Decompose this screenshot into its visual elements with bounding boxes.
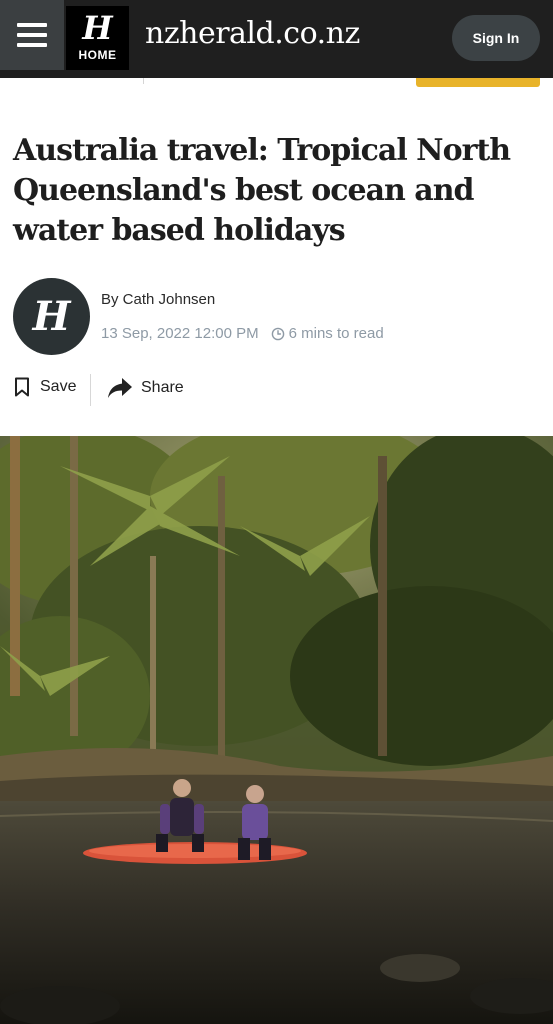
action-divider — [90, 374, 91, 406]
herald-h-avatar-icon: H — [32, 293, 71, 340]
save-label: Save — [40, 378, 77, 395]
read-time: 6 mins to read — [288, 325, 384, 342]
save-button[interactable]: Save — [14, 377, 76, 397]
peek-divider — [143, 78, 144, 84]
site-name[interactable]: nzherald.co.nz — [145, 16, 360, 51]
hamburger-menu-icon-line — [17, 43, 47, 47]
share-arrow-icon — [108, 378, 132, 398]
home-logo-link[interactable]: H HOME — [66, 6, 129, 70]
article-meta: 13 Sep, 2022 12:00 PM 6 mins to read — [101, 325, 384, 342]
article-hero-image[interactable] — [0, 436, 553, 1024]
hamburger-menu-icon-line — [17, 33, 47, 37]
share-button[interactable]: Share — [107, 377, 184, 399]
herald-h-logo-icon: H — [82, 9, 113, 47]
scrolled-content-peek — [0, 78, 553, 90]
author-name[interactable]: By Cath Johnsen — [101, 291, 215, 308]
sign-in-button[interactable]: Sign In — [452, 15, 540, 61]
home-label: HOME — [78, 48, 117, 62]
publish-date: 13 Sep, 2022 12:00 PM — [101, 325, 259, 342]
menu-button[interactable] — [0, 0, 64, 70]
author-avatar[interactable]: H — [13, 278, 90, 355]
peek-tag — [416, 78, 540, 87]
hamburger-menu-icon — [17, 23, 47, 27]
rainforest-creek-photo — [0, 436, 553, 1024]
bookmark-icon — [15, 377, 29, 397]
top-navigation-bar: H HOME nzherald.co.nz Sign In — [0, 0, 553, 78]
share-label: Share — [141, 379, 184, 396]
clock-icon — [271, 327, 284, 340]
article-headline: Australia travel: Tropical North Queensl… — [13, 133, 511, 248]
